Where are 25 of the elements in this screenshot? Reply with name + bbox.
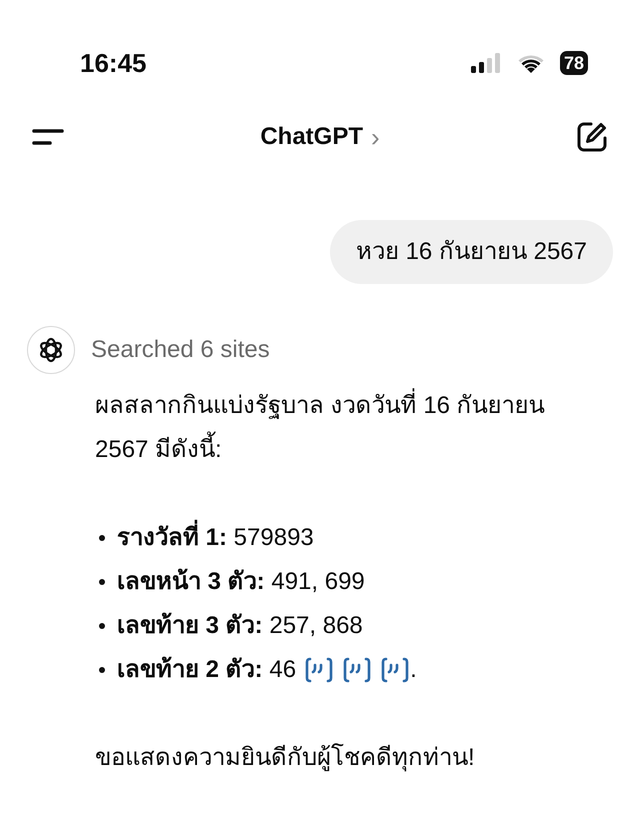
assistant-avatar (27, 326, 75, 374)
citation-link[interactable] (304, 656, 334, 684)
battery-level: 78 (560, 51, 588, 75)
app-title[interactable]: ChatGPT (260, 119, 363, 155)
compose-icon[interactable] (576, 121, 608, 153)
list-item-text: รางวัลที่ 1: 579893 (117, 516, 314, 560)
bullet-icon (99, 535, 105, 541)
menu-icon[interactable] (32, 129, 64, 145)
list-item-text: เลขหน้า 3 ตัว: 491, 699 (117, 567, 365, 597)
user-message: หวย 16 กันยายน 2567 (330, 220, 613, 284)
wifi-icon (518, 54, 544, 72)
list-item-text: เลขท้าย 3 ตัว: 257, 868 (117, 611, 363, 641)
citation-link[interactable] (342, 656, 372, 684)
punctuation: . (410, 655, 417, 685)
answer-paragraph: ขอแสดงความยินดีกับผู้โชคดีทุกท่าน! (95, 742, 476, 774)
status-time: 16:45 (80, 46, 146, 80)
search-status[interactable]: Searched 6 sites (91, 332, 270, 368)
chevron-icon[interactable]: › (371, 118, 380, 156)
answer-paragraph: ผลสลากกินแบ่งรัฐบาล งวดวันที่ 16 กันยายน 2567 มีดังนี้: (95, 384, 604, 472)
list-item-text: เลขท้าย 2 ตัว: 46 (117, 655, 296, 685)
signal-icon (470, 53, 502, 73)
bullet-icon (99, 579, 105, 585)
citation-link[interactable] (380, 656, 410, 684)
bullet-icon (99, 623, 105, 629)
bullet-icon (99, 667, 105, 673)
